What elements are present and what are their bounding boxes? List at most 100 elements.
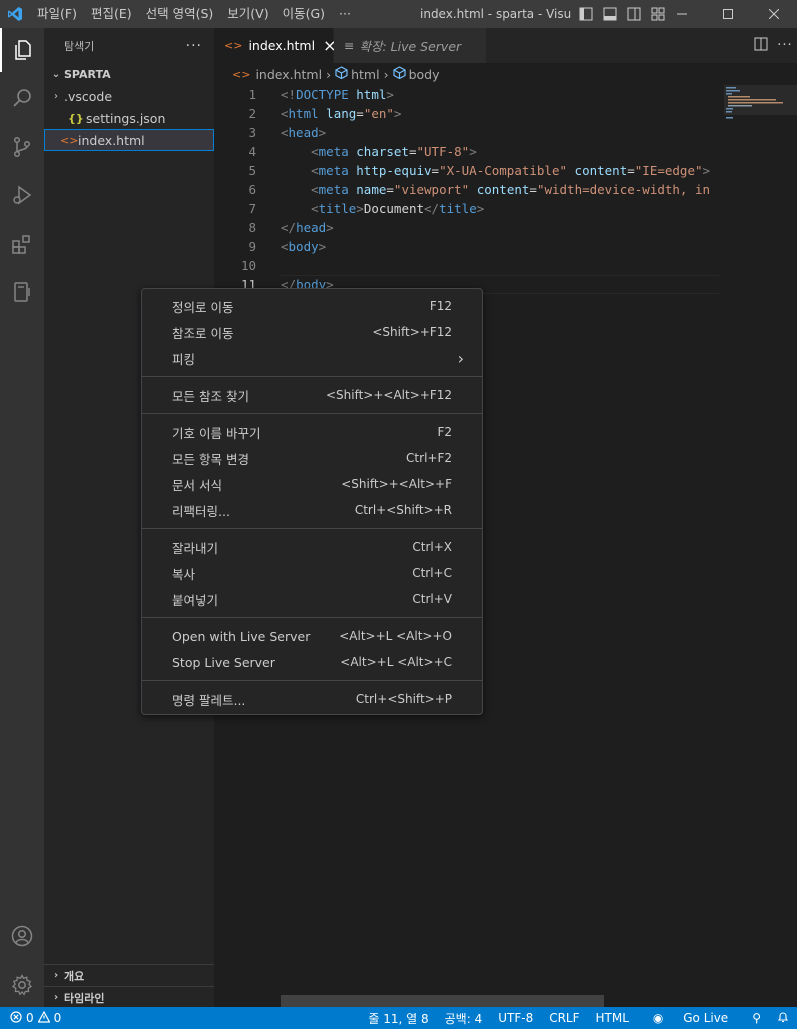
context-menu-item[interactable]: 문서 서식 <Shift>+<Alt>+F (142, 471, 482, 497)
code-line[interactable]: 6 <meta name="viewport" content="width=d… (214, 180, 719, 199)
context-menu-item[interactable]: 참조로 이동 <Shift>+F12 (142, 319, 482, 345)
manage-gear-icon[interactable] (0, 963, 44, 1007)
context-menu-item[interactable]: 잘라내기 Ctrl+X (142, 534, 482, 560)
context-menu-item[interactable]: Stop Live Server <Alt>+L <Alt>+C (142, 649, 482, 675)
code-line[interactable]: 3 <head> (214, 123, 719, 142)
toggle-secondary-sidebar-icon[interactable] (622, 0, 646, 28)
code-token: = (356, 106, 364, 121)
language-mode[interactable]: HTML (588, 1011, 637, 1025)
remote-explorer-icon[interactable] (0, 270, 44, 314)
menu-go[interactable]: 이동(G) (276, 0, 332, 28)
explorer-more-actions-button[interactable]: ··· (186, 38, 202, 54)
breadcrumb-html[interactable]: html (351, 67, 379, 82)
code-token: > (386, 87, 394, 102)
maximize-button[interactable] (705, 0, 751, 28)
toggle-panel-icon[interactable] (598, 0, 622, 28)
code-line[interactable]: 4 <meta charset="UTF-8"> (214, 142, 719, 161)
code-line[interactable]: 7 <title>Document</title> (214, 199, 719, 218)
code-line[interactable]: 2 <html lang="en"> (214, 104, 719, 123)
code-token: head (288, 125, 319, 140)
code-token: html (288, 106, 319, 121)
encoding[interactable]: UTF-8 (490, 1011, 541, 1025)
source-control-icon[interactable] (0, 125, 44, 169)
code-line[interactable]: 9 <body> (214, 237, 719, 256)
context-menu-item[interactable]: 모든 참조 찾기 <Shift>+<Alt>+F12 (142, 382, 482, 408)
problems-indicator[interactable]: 0 0 (10, 1007, 61, 1029)
json-file-icon: {} (68, 111, 84, 125)
tree-item-vscode-folder[interactable]: › .vscode (44, 85, 214, 107)
go-live-button[interactable]: ◉ Go Live (637, 1011, 744, 1025)
context-menu-item[interactable]: 명령 팔레트... Ctrl+<Shift>+P (142, 686, 482, 712)
notifications-bell-icon[interactable] (769, 1011, 797, 1026)
code-line[interactable]: 8 </head> (214, 218, 719, 237)
title-bar: 파일(F) 편집(E) 선택 영역(S) 보기(V) 이동(G) ··· ind… (0, 0, 797, 28)
line-number: 3 (248, 125, 256, 140)
toggle-primary-sidebar-icon[interactable] (574, 0, 598, 28)
cursor-position[interactable]: 줄 11, 열 8 (360, 1010, 436, 1027)
tab-index-html[interactable]: <> index.html × (214, 28, 337, 63)
context-menu-item[interactable]: 붙여넣기 Ctrl+V (142, 586, 482, 612)
code-token: meta (318, 182, 349, 197)
menu-selection[interactable]: 선택 영역(S) (139, 0, 221, 28)
context-menu-item[interactable]: 모든 항목 변경 Ctrl+F2 (142, 445, 482, 471)
search-icon[interactable] (0, 76, 44, 120)
menu-file[interactable]: 파일(F) (30, 0, 84, 28)
breadcrumb-file[interactable]: index.html (255, 67, 322, 82)
minimize-button[interactable] (659, 0, 705, 28)
explorer-icon[interactable] (0, 28, 44, 72)
timeline-section-header[interactable]: › 타임라인 (44, 986, 214, 1008)
code-token: title (439, 201, 477, 216)
menu-edit[interactable]: 편집(E) (84, 0, 139, 28)
chevron-right-icon: › (383, 66, 389, 82)
menu-more[interactable]: ··· (332, 0, 358, 28)
tab-extension-live-server[interactable]: ≡ 확장: Live Server (334, 28, 486, 63)
code-token: = (529, 182, 537, 197)
editor-more-actions-button[interactable]: ··· (773, 38, 797, 53)
go-live-label: Go Live (683, 1011, 729, 1025)
context-menu-item[interactable]: Open with Live Server <Alt>+L <Alt>+O (142, 623, 482, 649)
end-of-line[interactable]: CRLF (541, 1011, 587, 1025)
layout-controls (574, 0, 670, 28)
menu-view[interactable]: 보기(V) (220, 0, 275, 28)
split-editor-icon[interactable] (749, 37, 773, 55)
code-token: > (393, 106, 402, 121)
tree-item-index-html[interactable]: <> index.html (44, 129, 214, 151)
line-content: <!DOCTYPE html> (281, 85, 394, 104)
horizontal-scrollbar[interactable] (281, 995, 604, 1007)
workspace-section-header[interactable]: ⌄ SPARTA (44, 63, 214, 85)
breadcrumb-body[interactable]: body (409, 67, 440, 82)
code-editor[interactable]: 1 <!DOCTYPE html> 2 <html lang="en"> 3 <head>… (214, 85, 719, 295)
line-content: <body> (281, 237, 326, 256)
code-token: > (356, 201, 364, 216)
extensions-icon[interactable] (0, 222, 44, 266)
outline-section-header[interactable]: › 개요 (44, 964, 214, 986)
code-token: meta (318, 144, 349, 159)
indentation[interactable]: 공백: 4 (437, 1010, 491, 1027)
code-token: meta (318, 163, 349, 178)
code-line[interactable]: 5 <meta http-equiv="X-UA-Compatible" con… (214, 161, 719, 180)
context-menu-item[interactable]: 피킹 › (142, 345, 482, 371)
context-menu-item[interactable]: 기호 이름 바꾸기 F2 (142, 419, 482, 445)
tree-item-settings-json[interactable]: {} settings.json (44, 107, 214, 129)
code-token: > (318, 239, 327, 254)
feedback-icon[interactable]: ⚲ (744, 1011, 769, 1025)
minimap[interactable] (724, 85, 797, 1007)
preview-document-icon: ≡ (344, 38, 355, 53)
tab-label: 확장: Live Server (359, 39, 462, 54)
code-token: > (469, 144, 477, 159)
menu-item-shortcut: Ctrl+V (412, 592, 452, 606)
timeline-label: 타임라인 (64, 991, 105, 1005)
code-token: body (288, 239, 319, 254)
activity-bar (0, 28, 44, 1007)
run-debug-icon[interactable] (0, 173, 44, 217)
close-window-button[interactable] (751, 0, 797, 28)
context-menu-item[interactable]: 리팩터링... Ctrl+<Shift>+R (142, 497, 482, 523)
symbol-icon (335, 66, 348, 82)
context-menu-item[interactable]: 정의로 이동 F12 (142, 293, 482, 319)
menu-item-shortcut: <Alt>+L <Alt>+C (340, 655, 452, 669)
code-line[interactable]: 1 <!DOCTYPE html> (214, 85, 719, 104)
code-line[interactable]: 10 (214, 256, 719, 275)
accounts-icon[interactable] (0, 914, 44, 958)
context-menu-item[interactable]: 복사 Ctrl+C (142, 560, 482, 586)
